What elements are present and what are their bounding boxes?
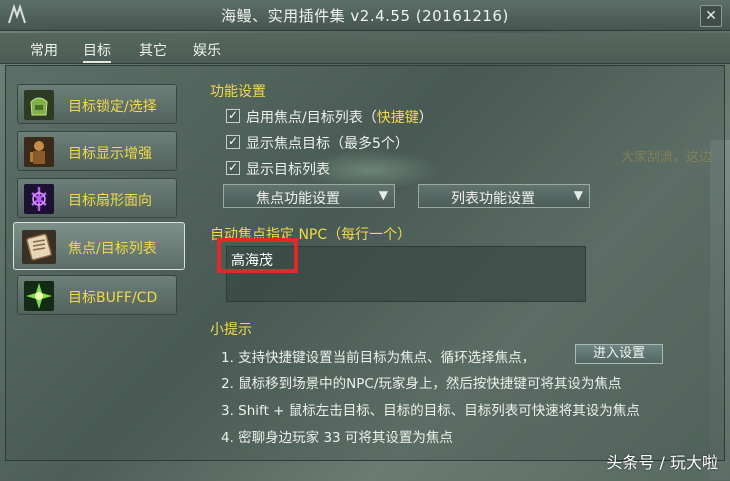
purple-rune-icon xyxy=(24,184,54,214)
tips-title: 小提示 xyxy=(210,322,252,338)
close-button[interactable]: ✕ xyxy=(700,5,722,27)
tip-item: 2. 鼠标移到场景中的NPC/玩家身上，然后按快捷键可将其设为焦点 xyxy=(221,376,622,392)
list-settings-dropdown[interactable]: 列表功能设置 ▼ xyxy=(418,184,590,208)
checkbox-show-focus-target-box[interactable]: ✓ xyxy=(226,135,240,149)
window-title: 海鳗、实用插件集 v2.4.55 (20161216) xyxy=(221,7,509,25)
checkbox-enable-focus-list-box[interactable]: ✓ xyxy=(226,109,240,123)
warrior-icon xyxy=(24,137,54,167)
sidebar-item-focus-list[interactable]: 焦点/目标列表 xyxy=(13,222,185,270)
menu-bar: 常用 目标 其它 娱乐 xyxy=(0,33,730,64)
bag-icon xyxy=(24,90,54,120)
sidebar-item-buff-cd[interactable]: 目标BUFF/CD xyxy=(17,275,177,315)
sidebar-item-target-lock[interactable]: 目标锁定/选择 xyxy=(17,84,177,124)
tip-item: 1. 支持快捷键设置当前目标为焦点、循环选择焦点， xyxy=(221,350,536,366)
sidebar-item-label: 目标BUFF/CD xyxy=(68,290,158,306)
sidebar-item-target-display[interactable]: 目标显示增强 xyxy=(17,131,177,171)
sidebar-item-label: 目标显示增强 xyxy=(68,146,152,162)
checkbox-label-suffix: ） xyxy=(418,110,433,126)
green-burst-icon xyxy=(24,281,54,311)
menu-tab-common[interactable]: 常用 xyxy=(30,40,58,60)
tip-item: 4. 密聊身边玩家 33 可将其设置为焦点 xyxy=(221,430,453,446)
menu-tab-fun[interactable]: 娱乐 xyxy=(193,40,221,60)
title-bar: 海鳗、实用插件集 v2.4.55 (20161216) ✕ xyxy=(0,0,730,31)
sidebar-item-label: 目标扇形面向 xyxy=(68,193,152,209)
checkbox-show-target-list-box[interactable]: ✓ xyxy=(226,161,240,175)
settings-title: 功能设置 xyxy=(210,84,266,100)
menu-tab-target[interactable]: 目标 xyxy=(83,40,111,63)
sidebar-item-label: 目标锁定/选择 xyxy=(68,99,157,115)
watermark: 头条号 / 玩大啦 xyxy=(606,453,718,472)
tip-item: 3. Shift + 鼠标左击目标、目标的目标、目标列表可快速将其设为焦点 xyxy=(221,403,640,419)
shortcut-link[interactable]: 快捷键 xyxy=(377,110,419,126)
sidebar-item-target-sector[interactable]: 目标扇形面向 xyxy=(17,178,177,218)
sidebar-item-label: 焦点/目标列表 xyxy=(68,241,157,257)
red-highlight-box xyxy=(217,238,298,273)
scroll-icon xyxy=(22,230,56,264)
checkbox-label: 显示目标列表 xyxy=(246,162,330,178)
checkbox-label: 显示焦点目标（最多5个） xyxy=(246,136,409,152)
enter-settings-button[interactable]: 进入设置 xyxy=(575,344,663,364)
dropdown-label: 列表功能设置 xyxy=(451,191,535,207)
chevron-down-icon: ▼ xyxy=(573,188,583,202)
chevron-down-icon: ▼ xyxy=(378,188,388,202)
dropdown-label: 焦点功能设置 xyxy=(256,191,340,207)
checkbox-label: 启用焦点/目标列表（ xyxy=(246,110,377,126)
menu-tab-other[interactable]: 其它 xyxy=(139,40,167,60)
focus-settings-dropdown[interactable]: 焦点功能设置 ▼ xyxy=(223,184,395,208)
